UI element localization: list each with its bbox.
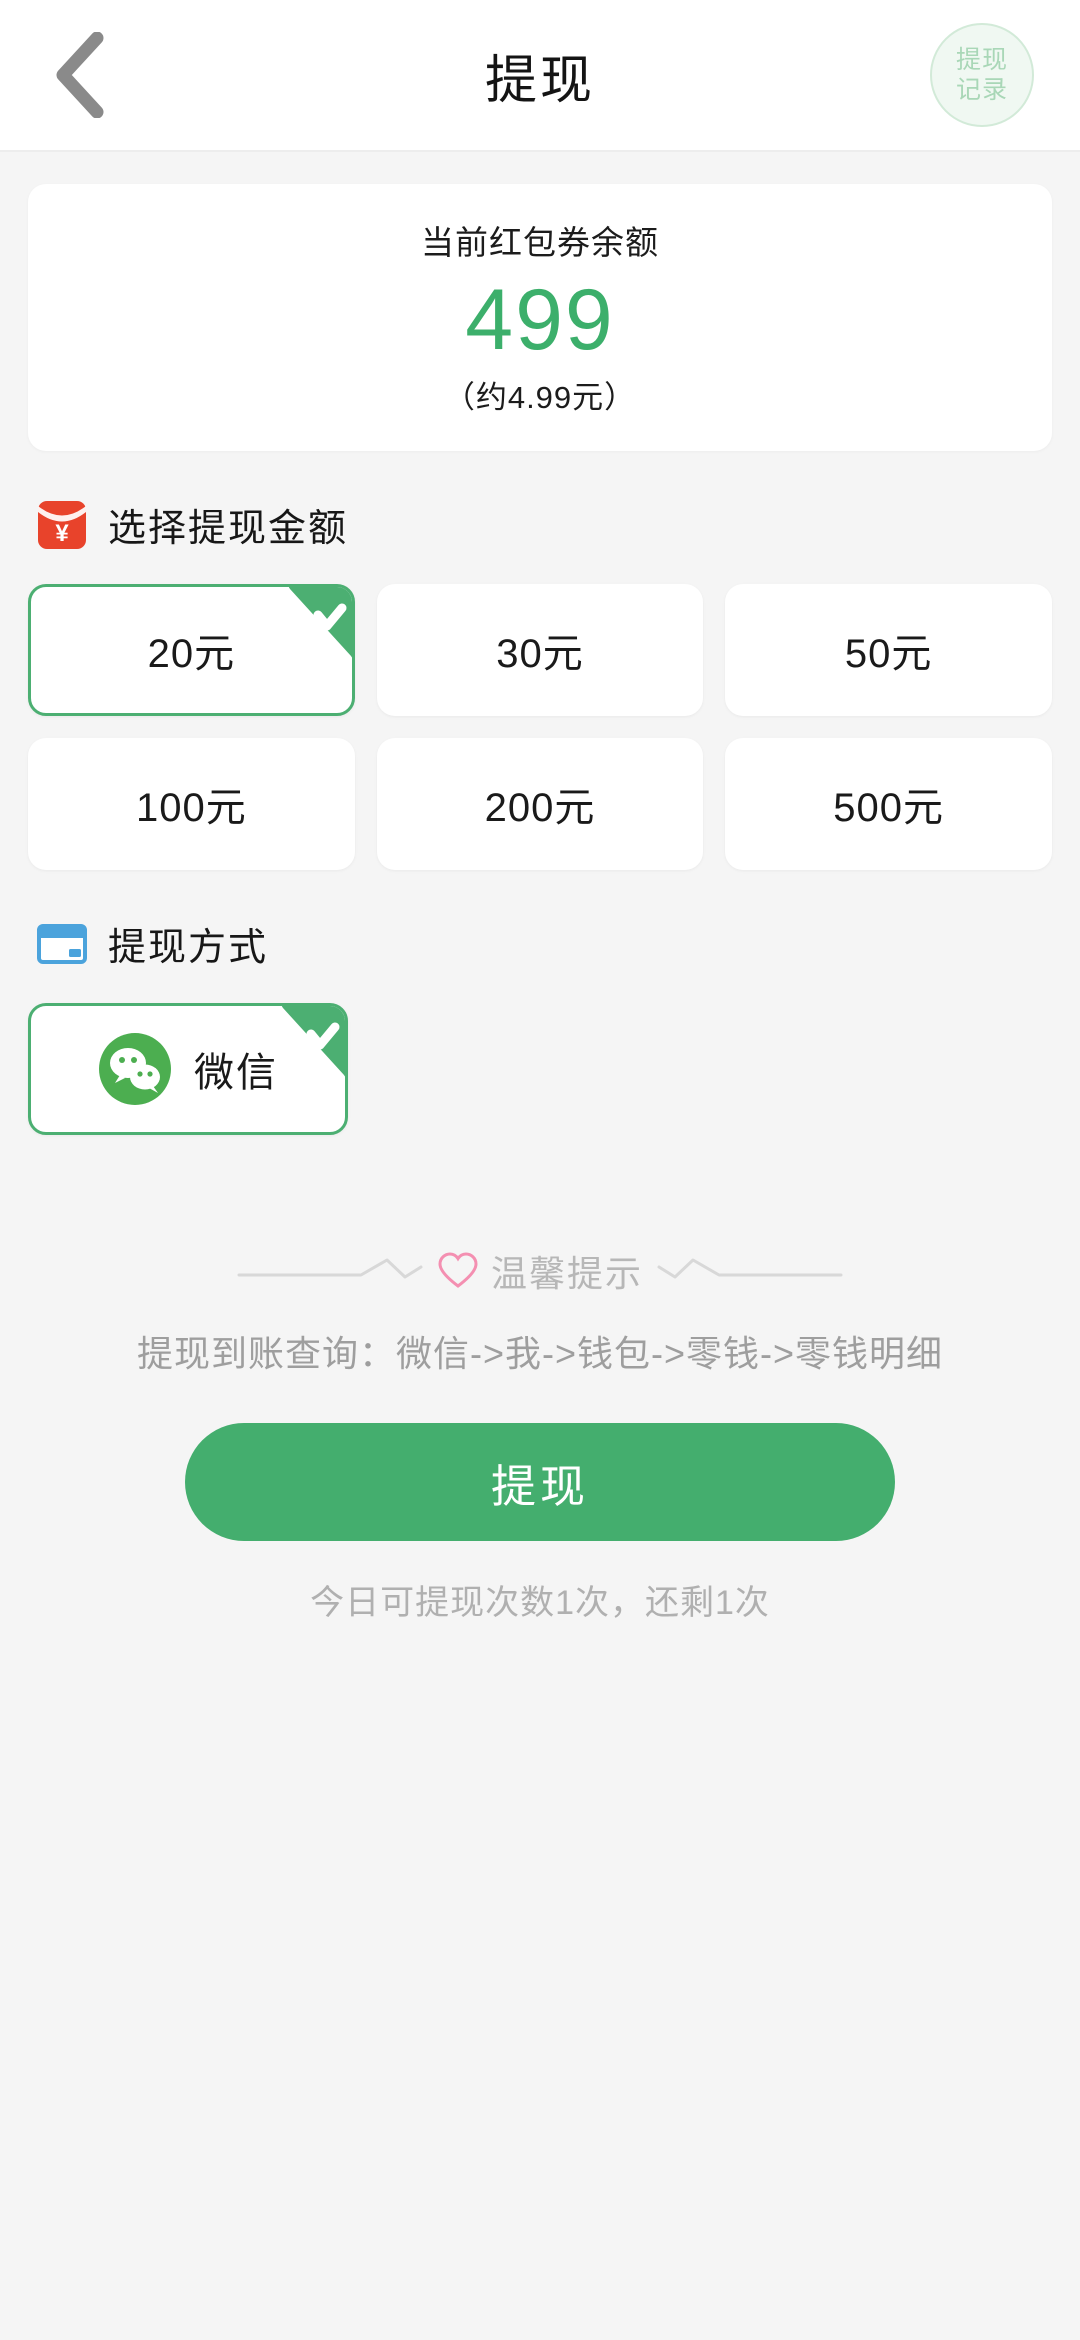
- balance-card: 当前红包券余额 499 （约4.99元）: [28, 184, 1052, 451]
- svg-text:¥: ¥: [55, 520, 69, 547]
- amount-section-header: ¥ 选择提现金额: [0, 497, 1080, 552]
- back-button[interactable]: [34, 30, 124, 120]
- amount-option-20[interactable]: 20元: [28, 584, 355, 716]
- red-envelope-icon: ¥: [38, 500, 86, 549]
- amount-option-500[interactable]: 500元: [725, 738, 1052, 870]
- amount-option-label: 30元: [496, 632, 584, 676]
- heart-outline-icon: [438, 1252, 478, 1288]
- method-options-row: 微信: [0, 983, 1080, 1135]
- balance-label: 当前红包券余额: [421, 224, 659, 261]
- amount-option-50[interactable]: 50元: [725, 584, 1052, 716]
- amount-option-30[interactable]: 30元: [376, 584, 704, 716]
- app-header: 提现 提现 记录: [0, 0, 1080, 152]
- bank-card-icon: [37, 923, 87, 964]
- method-option-label: 微信: [194, 1051, 278, 1095]
- selected-check-icon: [288, 587, 352, 658]
- withdraw-submit-button[interactable]: 提现: [185, 1423, 895, 1541]
- amount-option-label: 500元: [833, 786, 945, 830]
- chevron-left-icon: [56, 32, 104, 118]
- amount-option-label: 20元: [147, 632, 236, 676]
- divider-left-ornament: [237, 1258, 423, 1279]
- tips-divider: 温馨提示: [0, 1245, 1080, 1297]
- amount-section-title: 选择提现金额: [108, 508, 349, 550]
- amount-options-grid: 20元 30元 50元 100元 200元 500元: [0, 564, 1080, 870]
- wechat-icon: [99, 1033, 171, 1105]
- amount-option-label: 50元: [844, 632, 933, 676]
- tips-label: 温馨提示: [490, 1253, 643, 1294]
- withdraw-limit-note: 今日可提现次数1次，还剩1次: [310, 1584, 770, 1622]
- method-section-title: 提现方式: [108, 927, 269, 969]
- method-option-wechat[interactable]: 微信: [28, 1003, 348, 1135]
- method-section-header: 提现方式: [0, 916, 1080, 971]
- tips-text: 提现到账查询：微信->我->钱包->零钱->零钱明细: [136, 1333, 944, 1374]
- divider-right-ornament: [657, 1258, 843, 1279]
- withdraw-record-button[interactable]: 提现 记录: [930, 23, 1034, 127]
- amount-option-label: 200元: [484, 786, 596, 830]
- record-label-line1: 提现: [955, 46, 1008, 74]
- withdraw-screen: 提现 提现 记录 当前红包券余额 499 （约4.99元） ¥ 选择提现金额 2…: [0, 0, 1080, 2340]
- record-label-line2: 记录: [955, 76, 1008, 104]
- amount-option-label: 100元: [135, 786, 247, 830]
- amount-option-100[interactable]: 100元: [28, 738, 355, 870]
- page-title: 提现: [484, 51, 595, 110]
- balance-value: 499: [465, 272, 615, 368]
- balance-approx: （约4.99元）: [443, 380, 637, 415]
- amount-option-200[interactable]: 200元: [376, 738, 704, 870]
